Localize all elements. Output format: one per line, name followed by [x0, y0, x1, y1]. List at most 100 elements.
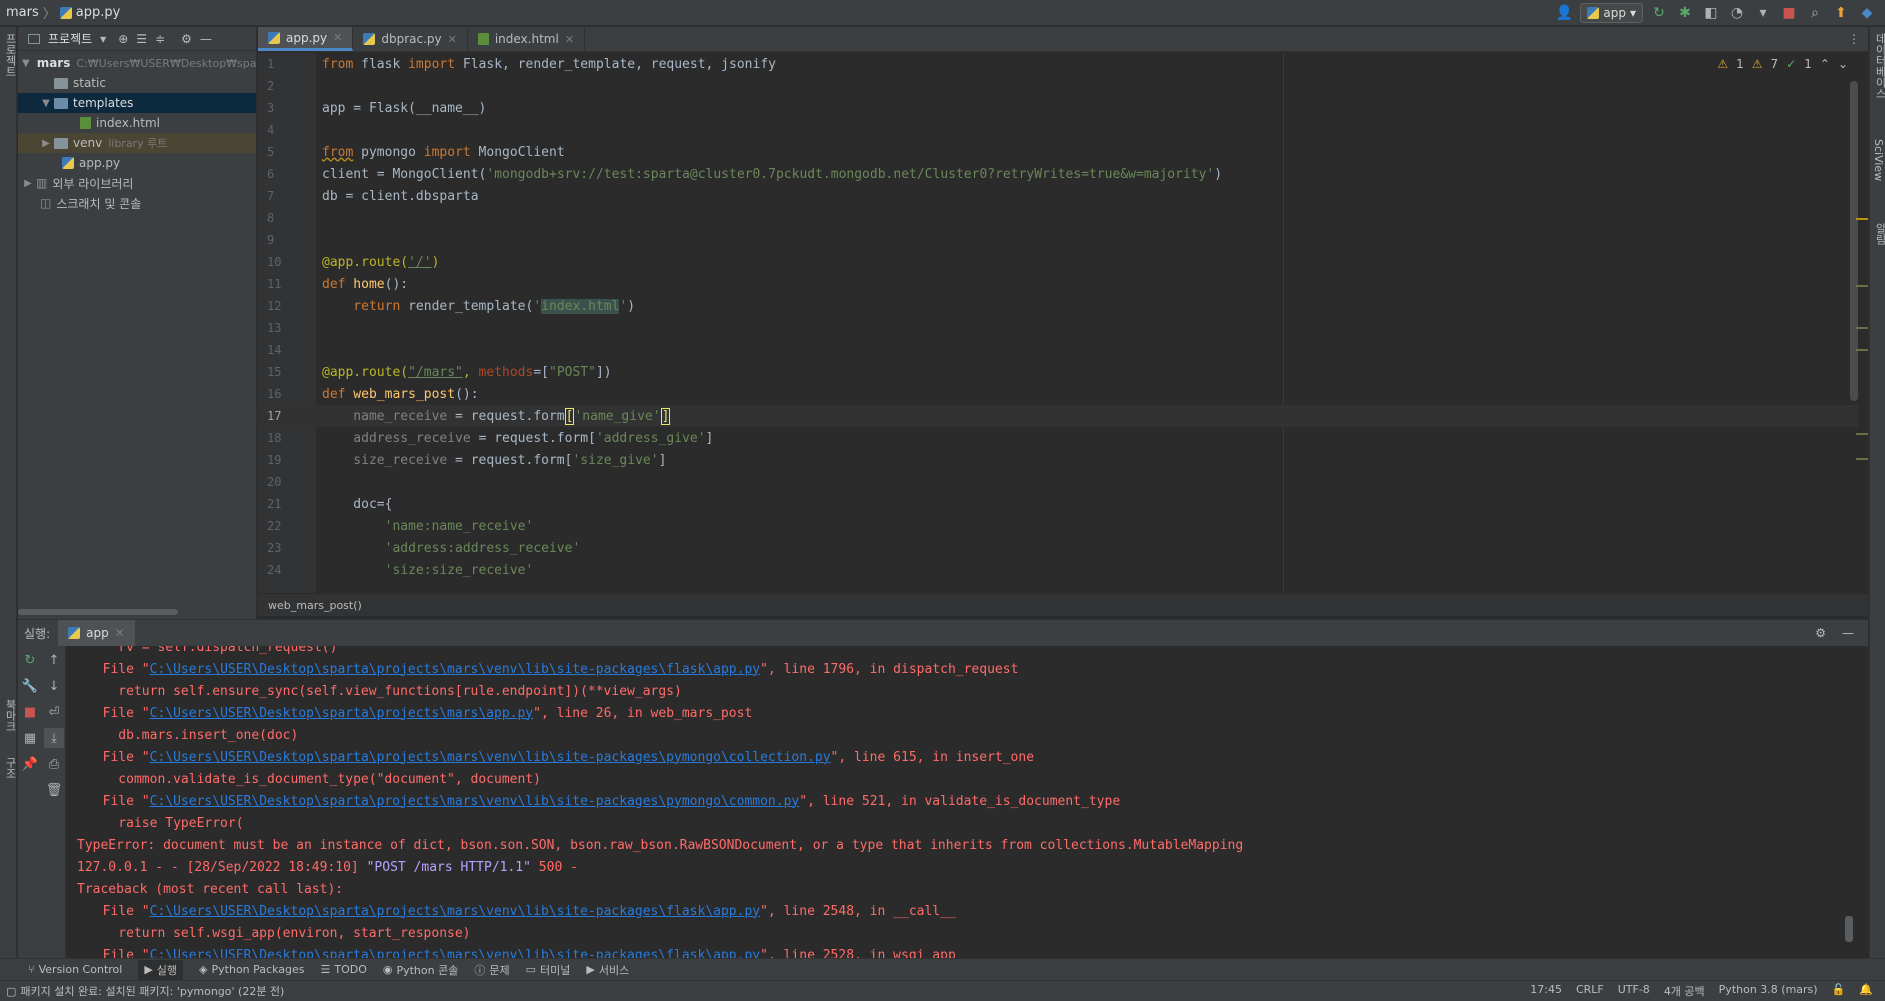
chevron-up-icon[interactable]: ⌃	[1820, 57, 1830, 71]
terminal-button[interactable]: ▭ 터미널	[526, 962, 571, 978]
services-button[interactable]: ▶ 서비스	[586, 962, 629, 978]
python-interpreter[interactable]: Python 3.8 (mars)	[1719, 983, 1818, 999]
close-icon[interactable]: ✕	[333, 31, 342, 44]
tree-item-external-libraries[interactable]: ▶ ▥ 외부 라이브러리	[18, 173, 256, 193]
warning-count: 1	[1736, 57, 1744, 71]
traceback-link[interactable]: C:\Users\USER\Desktop\sparta\projects\ma…	[150, 706, 534, 721]
warning-stripe[interactable]	[1856, 327, 1868, 329]
wrench-icon[interactable]: 🔧	[20, 676, 40, 696]
warning-stripe[interactable]	[1856, 218, 1868, 220]
search-icon[interactable]: ⌕	[1805, 3, 1825, 23]
minimize-icon[interactable]: —	[1842, 626, 1854, 640]
console-line: return self.ensure_sync(self.view_functi…	[87, 683, 682, 699]
stop-icon[interactable]: ■	[1779, 3, 1799, 23]
tree-item-venv[interactable]: ▶ venv library 루트	[18, 133, 256, 153]
run-tool-button[interactable]: ▶ 실행	[138, 959, 184, 980]
line-separator[interactable]: CRLF	[1576, 983, 1604, 999]
close-icon[interactable]: ✕	[115, 626, 125, 640]
function-crumb[interactable]: web_mars_post()	[268, 599, 362, 612]
code-line: 24 'size:size_receive'	[267, 562, 534, 578]
database-tool-button[interactable]: 데이터베이스	[1872, 33, 1885, 99]
tree-item-scratches[interactable]: ◫ 스크래치 및 콘솔	[18, 193, 256, 213]
todo-button[interactable]: ☰ TODO	[320, 963, 366, 976]
tree-item-index-html[interactable]: index.html	[18, 113, 256, 133]
stop-icon[interactable]: ■	[20, 702, 40, 722]
editor-scrollbar[interactable]	[1850, 81, 1858, 401]
chevron-down-icon[interactable]: ▾	[100, 32, 106, 46]
bookmarks-tool-button[interactable]: 북마크	[2, 699, 18, 732]
run-panel: 실행: app ✕ ⚙ — ↻ 🔧 ■ ▦ 📌 ↑ ↓ ⏎ ⤓ ⎙ 🗑 rv =…	[18, 619, 1868, 959]
problems-button[interactable]: ⓘ 문제	[474, 962, 509, 978]
version-control-button[interactable]: ⑂ Version Control	[28, 963, 122, 976]
run-configuration-select[interactable]: app ▾	[1580, 3, 1643, 23]
warning-stripe[interactable]	[1856, 458, 1868, 460]
tree-item-mars[interactable]: ▼ mars C:₩Users₩USER₩Desktop₩spa	[18, 53, 256, 73]
print-icon[interactable]: ⎙	[44, 754, 64, 774]
breadcrumb-file[interactable]: app.py	[76, 5, 121, 20]
close-icon[interactable]: ✕	[448, 33, 457, 46]
soft-wrap-icon[interactable]: ⏎	[44, 702, 64, 722]
notifications-tool-button[interactable]: 알림	[1872, 223, 1885, 245]
main-toolbar: 👤 app ▾ ↻ ✱ ◧ ◔ ▾ ■ ⌕ ⬆ ◆	[1554, 0, 1885, 26]
user-icon[interactable]: 👤	[1554, 3, 1574, 23]
console-output[interactable]: rv = self.dispatch_request() File " C:\Us…	[67, 646, 1857, 959]
traceback-link[interactable]: C:\Users\USER\Desktop\sparta\projects\ma…	[150, 904, 760, 919]
tab-dbprac-py[interactable]: dbprac.py ✕	[353, 27, 468, 51]
inspection-widget[interactable]: ⚠ 1 ⚠ 7 ✓ 1 ⌃ ⌄	[1717, 57, 1848, 71]
sciview-tool-button[interactable]: SciView	[1872, 139, 1885, 181]
file-encoding[interactable]: UTF-8	[1618, 983, 1650, 999]
more-tabs-icon[interactable]: ⋮	[1840, 27, 1868, 51]
warning-stripe[interactable]	[1856, 285, 1868, 287]
profile-icon[interactable]: ◔	[1727, 3, 1747, 23]
tree-item-templates[interactable]: ▼ templates	[18, 93, 256, 113]
scroll-to-end-icon[interactable]: ⤓	[44, 728, 64, 748]
more-run-icon[interactable]: ▾	[1753, 3, 1773, 23]
notifications-icon[interactable]: 🔔	[1859, 983, 1873, 999]
warning-stripe[interactable]	[1856, 349, 1868, 351]
chevron-down-icon[interactable]: ⌄	[1838, 57, 1848, 71]
update-icon[interactable]: ⬆	[1831, 3, 1851, 23]
gear-icon[interactable]: ⚙	[1815, 626, 1826, 640]
indent-setting[interactable]: 4개 공백	[1664, 983, 1705, 999]
structure-tool-button[interactable]: 구조	[2, 757, 18, 779]
folder-icon	[54, 97, 68, 109]
code-editor[interactable]: 1 from flask import Flask, render_templa…	[258, 53, 1868, 593]
gear-icon[interactable]: ⚙	[181, 32, 192, 46]
close-icon[interactable]: ✕	[565, 33, 574, 46]
minimize-icon[interactable]: —	[200, 32, 212, 46]
pin-icon[interactable]: 📌	[20, 754, 40, 774]
lock-icon[interactable]: 🔓	[1832, 983, 1846, 999]
traceback-link[interactable]: C:\Users\USER\Desktop\sparta\projects\ma…	[150, 794, 800, 809]
status-message[interactable]: 패키지 설치 완료: 설치된 패키지: 'pymongo' (22분 전)	[20, 983, 284, 999]
locate-icon[interactable]: ⊕	[118, 32, 128, 46]
code-line: 12 return render_template('index.html')	[267, 298, 636, 314]
project-tool-button[interactable]: 프로젝트	[2, 33, 18, 77]
tree-item-static[interactable]: static	[18, 73, 256, 93]
tab-app-py[interactable]: app.py ✕	[258, 27, 354, 51]
rerun-icon[interactable]: ↻	[1649, 3, 1669, 23]
coverage-icon[interactable]: ◧	[1701, 3, 1721, 23]
tab-label: app.py	[286, 30, 328, 45]
python-console-button[interactable]: ◉ Python 콘솔	[383, 962, 458, 978]
console-scrollbar[interactable]	[1845, 916, 1853, 942]
expand-all-icon[interactable]: ☰	[136, 32, 147, 46]
arrow-up-icon[interactable]: ↑	[44, 650, 64, 670]
warning-stripe[interactable]	[1856, 433, 1868, 435]
rerun-icon[interactable]: ↻	[20, 650, 40, 670]
layout-icon[interactable]: ▦	[20, 728, 40, 748]
traceback-link[interactable]: C:\Users\USER\Desktop\sparta\projects\ma…	[150, 662, 760, 677]
trash-icon[interactable]: 🗑	[44, 780, 64, 800]
horizontal-scrollbar[interactable]	[18, 609, 178, 615]
run-tab-app[interactable]: app ✕	[58, 620, 135, 646]
collapse-all-icon[interactable]: ≑	[155, 32, 165, 46]
arrow-down-icon[interactable]: ↓	[44, 676, 64, 696]
caret-position[interactable]: 17:45	[1530, 983, 1562, 999]
run-configuration-label: app	[1603, 6, 1626, 20]
debug-icon[interactable]: ✱	[1675, 3, 1695, 23]
project-panel-title[interactable]: 프로젝트	[48, 30, 92, 47]
breadcrumb-project[interactable]: mars	[6, 5, 39, 20]
python-packages-button[interactable]: ◈ Python Packages	[199, 963, 304, 976]
tree-item-app-py[interactable]: app.py	[18, 153, 256, 173]
traceback-link[interactable]: C:\Users\USER\Desktop\sparta\projects\ma…	[150, 750, 831, 765]
tab-index-html[interactable]: index.html ✕	[468, 27, 586, 51]
